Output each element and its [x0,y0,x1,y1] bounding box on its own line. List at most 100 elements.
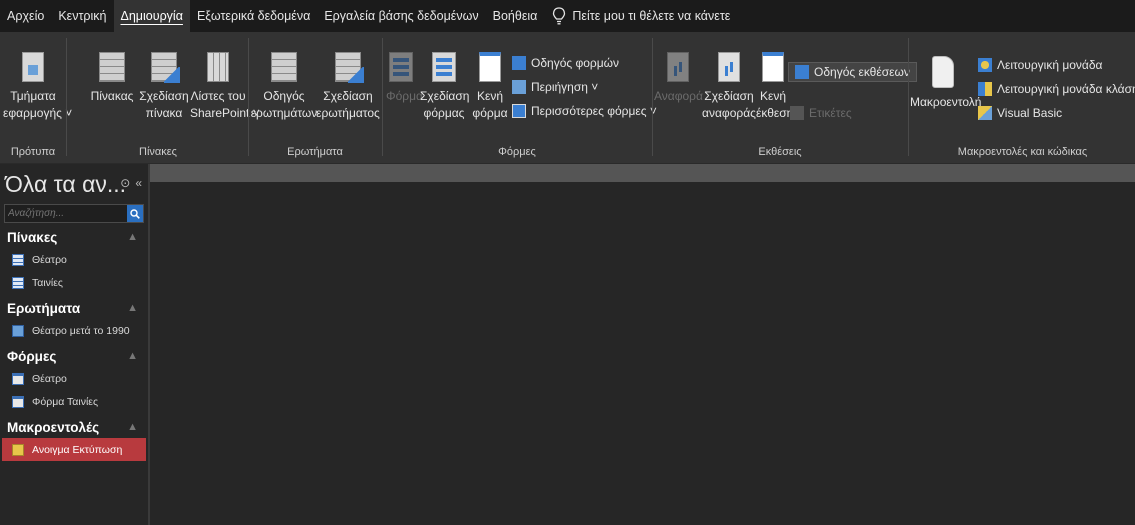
macro-icon [932,56,954,88]
nav-search-input[interactable] [8,208,118,219]
blank-report-button[interactable]: Κενή έκθεση [756,52,793,122]
nav-section-queries[interactable]: Ερωτήματα ▲ [0,297,148,319]
table-design-button[interactable]: Σχεδίαση πίνακα [138,52,190,122]
query-wizard-button[interactable]: Οδηγός ερωτημάτων [250,52,318,122]
group-tables: Πίνακας Σχεδίαση πίνακα Λίστες του Share… [68,32,260,164]
nav-item-macro[interactable]: Ανοιγμα Εκτύπωση [2,438,146,461]
form-label: Φόρμα [386,89,423,103]
nav-section-macros[interactable]: Μακροεντολές ▲ [0,416,148,438]
form-design-label-1: Σχεδίαση [420,89,470,103]
visual-basic-button[interactable]: Visual Basic [978,106,1062,120]
tab-create[interactable]: Δημιουργία [113,0,190,32]
query-design-icon [335,52,364,83]
tab-home[interactable]: Κεντρική [51,0,113,32]
ribbon: Τμήματα εφαρμογής ˅ Πρότυπα Πίνακας Σχεδ… [0,32,1135,164]
blank-form-button[interactable]: Κενή φόρμα [470,52,510,122]
search-icon[interactable] [127,205,143,222]
report-design-button[interactable]: Σχεδίαση αναφοράς [702,52,756,122]
query-design-button[interactable]: Σχεδίαση ερωτήματος [316,52,380,122]
report-design-icon [718,52,740,82]
query-icon [12,324,24,337]
separator [652,38,653,156]
table-button[interactable]: Πίνακας [90,52,134,105]
form-button[interactable]: Φόρμα [386,52,423,105]
query-wizard-icon [271,52,297,82]
visual-basic-label: Visual Basic [997,106,1063,120]
pin-icon[interactable]: ▲ [127,350,138,362]
nav-item-form[interactable]: Θέατρο [0,367,148,390]
tab-database-tools[interactable]: Εργαλεία βάσης δεδομένων [317,0,485,32]
nav-item-form[interactable]: Φόρμα Ταινίες [0,390,148,413]
report-design-label-2: αναφοράς [702,106,756,120]
report-button[interactable]: Αναφορά [654,52,703,105]
form-design-label-2: φόρμας [423,106,465,120]
sharepoint-lists-button[interactable]: Λίστες του SharePoint ˅ [190,52,260,122]
blank-form-icon [479,52,501,82]
class-module-icon [978,82,992,96]
application-parts-icon [22,52,44,82]
nav-search-box [4,204,144,223]
collapse-pane-icon[interactable]: « [135,176,142,190]
nav-pane-header[interactable]: Όλα τα αν... ⊙ « [0,164,148,204]
pin-icon[interactable]: ▲ [127,231,138,243]
pin-icon[interactable]: ▲ [127,302,138,314]
nav-section-tables[interactable]: Πίνακες ▲ [0,226,148,248]
report-wizard-button[interactable]: Οδηγός εκθέσεων [788,62,917,82]
nav-item-label: Θέατρο [32,372,67,385]
visual-basic-icon [978,106,992,120]
table-icon [12,253,24,266]
table-design-label-1: Σχεδίαση [139,89,189,103]
table-design-icon [151,52,180,83]
report-wizard-label: Οδηγός εκθέσεων [814,65,910,79]
nav-item-label: Ανοιγμα Εκτύπωση [32,443,123,456]
group-templates: Τμήματα εφαρμογής ˅ Πρότυπα [0,32,73,164]
nav-section-title: Φόρμες [7,348,57,364]
module-button[interactable]: Λειτουργική μονάδα [978,58,1102,72]
separator [382,38,383,156]
nav-pane-controls: ⊙ « [120,176,142,190]
macro-button[interactable]: Μακροεντολή [910,56,981,111]
navigation-pane: Όλα τα αν... ⊙ « Πίνακες ▲ Θέατρο Ταινίε… [0,164,150,525]
group-macros-code: Μακροεντολή Λειτουργική μονάδα Λειτουργι… [910,32,1135,164]
navigation-button[interactable]: Περιήγηση ˅ [512,80,598,94]
tab-external-data[interactable]: Εξωτερικά δεδομένα [190,0,317,32]
class-module-button[interactable]: Λειτουργική μονάδα κλάσης [978,82,1135,96]
pin-icon[interactable]: ▲ [127,421,138,433]
chevron-down-circle-icon[interactable]: ⊙ [120,176,130,190]
table-design-label-2: πίνακα [145,106,183,120]
group-forms-label: Φόρμες [498,146,536,158]
tab-file[interactable]: Αρχείο [0,0,51,32]
group-macros-label: Μακροεντολές και κώδικας [957,146,1088,158]
menu-bar: Αρχείο Κεντρική Δημιουργία Εξωτερικά δεδ… [0,0,1135,32]
nav-item-table[interactable]: Θέατρο [0,248,148,271]
application-parts-label-2: εφαρμογής ˅ [3,106,73,120]
query-wizard-label-1: Οδηγός [263,89,305,103]
nav-item-table[interactable]: Ταινίες [0,271,148,294]
sharepoint-label-1: Λίστες του [190,89,246,103]
query-design-label-1: Σχεδίαση [323,89,373,103]
nav-item-label: Θέατρο μετά το 1990 [32,324,130,337]
report-icon [667,52,689,82]
tell-me-box[interactable]: Πείτε μου τι θέλετε να κάνετε [544,0,730,32]
form-wizard-icon [512,56,526,70]
lightbulb-icon [553,7,566,25]
form-wizard-button[interactable]: Οδηγός φορμών [512,56,619,70]
form-design-button[interactable]: Σχεδίαση φόρμας [420,52,470,122]
labels-button[interactable]: Ετικέτες [790,106,852,120]
application-parts-button[interactable]: Τμήματα εφαρμογής ˅ [3,52,73,122]
nav-section-forms[interactable]: Φόρμες ▲ [0,345,148,367]
navigation-icon [512,80,526,94]
workspace-area [150,182,1135,525]
nav-item-label: Ταινίες [32,276,63,289]
nav-item-label: Θέατρο [32,253,67,266]
module-icon [978,58,992,72]
nav-item-query[interactable]: Θέατρο μετά το 1990 [0,319,148,342]
more-forms-icon [512,104,526,118]
report-wizard-icon [795,65,809,79]
tab-help[interactable]: Βοήθεια [486,0,545,32]
more-forms-button[interactable]: Περισσότερες φόρμες ˅ [512,104,657,118]
blank-report-icon [762,52,784,82]
form-icon [389,52,413,82]
tell-me-text: Πείτε μου τι θέλετε να κάνετε [572,9,731,23]
labels-label: Ετικέτες [809,106,852,120]
